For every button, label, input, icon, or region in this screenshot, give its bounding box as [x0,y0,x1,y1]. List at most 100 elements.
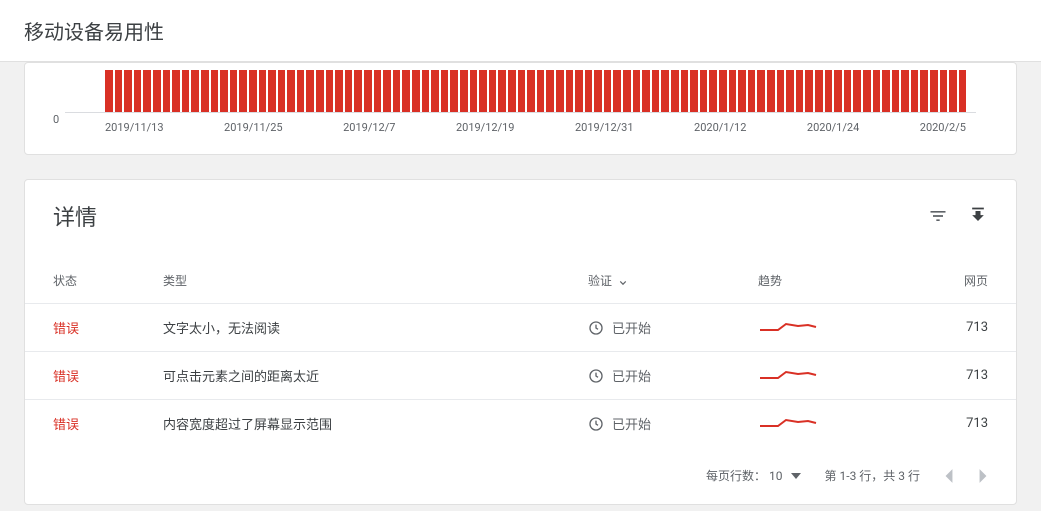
chart-bar [844,70,852,112]
chart-bar [479,70,487,112]
chart-bars [65,71,976,113]
chart-bar [738,70,746,112]
type-cell: 可点击元素之间的距离太近 [163,366,588,385]
chart-bar [805,70,813,112]
previous-page-button[interactable] [944,468,954,484]
column-header-validation[interactable]: 验证 [588,272,630,289]
pages-cell: 713 [908,416,988,431]
pagination-range: 第 1-3 行，共 3 行 [825,467,920,484]
pages-cell: 713 [908,320,988,335]
chart-bar [671,70,679,112]
pages-cell: 713 [908,368,988,383]
chart-bar [604,70,612,112]
chart-bar [700,70,708,112]
chart-bar [489,70,497,112]
chart-bar [719,70,727,112]
table-body: 错误文字太小，无法阅读已开始713错误可点击元素之间的距离太近已开始713错误内… [25,303,1016,447]
chart-bar [393,70,401,112]
chart-bar [681,70,689,112]
chart-bar [220,70,228,112]
validation-label: 已开始 [612,414,651,433]
chart-bar [268,70,276,112]
arrow-down-icon [616,274,630,288]
chart-bar [873,70,881,112]
issues-table: 状态 类型 验证 趋势 网页 错误文字太小，无法阅读已开始713错误可点击元素之… [25,244,1016,447]
validation-label: 已开始 [612,366,651,385]
x-axis-label: 2019/11/25 [224,121,283,134]
rows-per-page: 每页行数： 10 [706,467,801,484]
download-icon[interactable] [968,206,988,226]
chart-x-axis: 2019/11/132019/11/252019/12/72019/12/192… [65,121,976,134]
chart-bar [460,70,468,112]
chart-bar [354,70,362,112]
column-header-pages: 网页 [908,272,988,289]
next-page-button[interactable] [978,468,988,484]
chart-bar [259,70,267,112]
chart-bar [335,70,343,112]
trend-cell [758,364,908,388]
rows-per-page-label: 每页行数： [706,469,766,483]
sparkline-icon [758,412,818,432]
chart-bar [153,70,161,112]
chart-bar [642,70,650,112]
chart-bar [182,70,190,112]
validation-cell: 已开始 [588,366,758,385]
chart-bar [115,70,123,112]
chart-bar [105,70,113,112]
chart-bar [825,70,833,112]
chart-bar [556,70,564,112]
sparkline-icon [758,364,818,384]
chart-bar [412,70,420,112]
x-axis-label: 2020/1/12 [694,121,746,134]
chevron-left-icon [944,468,954,484]
type-cell: 文字太小，无法阅读 [163,318,588,337]
chart-bar [431,70,439,112]
type-cell: 内容宽度超过了屏幕显示范围 [163,414,588,433]
trend-cell [758,316,908,340]
chart-bar [316,70,324,112]
chart-bar [345,70,353,112]
filter-icon[interactable] [928,206,948,226]
validation-cell: 已开始 [588,414,758,433]
chevron-right-icon [978,468,988,484]
chart-bar [306,70,314,112]
pagination: 每页行数： 10 第 1-3 行，共 3 行 [25,447,1016,504]
x-axis-label: 2020/2/5 [920,121,966,134]
validation-label: 已开始 [612,318,651,337]
chart-bar [767,70,775,112]
chart-bar [230,70,238,112]
chart-bar [748,70,756,112]
chart-bar [757,70,765,112]
chart-bar [422,70,430,112]
details-card: 详情 状态 类型 验证 趋势 [24,179,1017,505]
chart-bar [172,70,180,112]
chart-bar [124,70,132,112]
clock-icon [588,320,604,336]
chart-bar [882,70,890,112]
chart-bar [623,70,631,112]
chart-bar [959,70,967,112]
chart-bar [575,70,583,112]
chart-bar [191,70,199,112]
x-axis-label: 2019/12/19 [456,121,515,134]
chart-bar [201,70,209,112]
chart-bar [594,70,602,112]
status-cell: 错误 [53,318,163,337]
chart-bar [652,70,660,112]
chart-bar [786,70,794,112]
clock-icon [588,368,604,384]
rows-per-page-select[interactable]: 10 [769,469,801,483]
chart-bar [930,70,938,112]
chart-bar [143,70,151,112]
table-row[interactable]: 错误可点击元素之间的距离太近已开始713 [25,351,1016,399]
table-row[interactable]: 错误内容宽度超过了屏幕显示范围已开始713 [25,399,1016,447]
chart-bar [901,70,909,112]
chart-bar [920,70,928,112]
trend-cell [758,412,908,436]
details-title: 详情 [53,200,97,232]
details-header: 详情 [25,180,1016,244]
chart-bar [508,70,516,112]
chart-bar [287,70,295,112]
chart-bar [498,70,506,112]
table-row[interactable]: 错误文字太小，无法阅读 已开始 713 [25,303,1016,351]
